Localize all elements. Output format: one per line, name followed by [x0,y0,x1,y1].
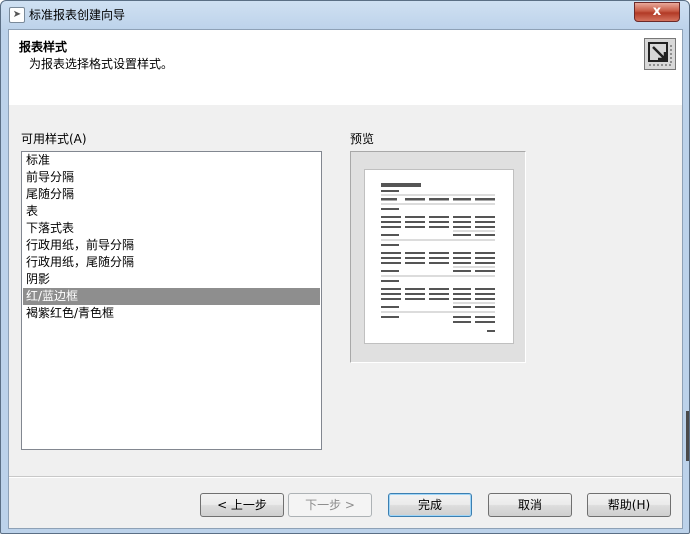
finish-button[interactable]: 完成 [388,493,472,517]
style-list-item[interactable]: 表 [23,203,320,220]
preview-label: 预览 [350,132,375,146]
page-title: 报表样式 [19,40,68,54]
wizard-client-area: 报表样式 为报表选择格式设置样式。 可用样式(A) 标准 前导分隔 尾随分隔表下落式… [8,29,683,529]
window-title: 标准报表创建向导 [29,8,126,22]
style-list-item[interactable]: 褐紫红色/青色框 [23,305,320,322]
style-list-item[interactable]: 尾随分隔 [23,186,320,203]
window-resize-edge [686,411,689,461]
wizard-window: ➤ 标准报表创建向导 x 报表样式 为报表选择格式设置样式。 可用样式(A) 标… [0,0,690,534]
preview-pane [350,151,526,363]
title-bar: ➤ 标准报表创建向导 x [1,1,689,27]
style-list-item[interactable]: 前导分隔 [23,169,320,186]
close-button[interactable]: x [634,2,680,22]
style-list-item[interactable]: 下落式表 [23,220,320,237]
style-list-item[interactable]: 红/蓝边框 [23,288,320,305]
wizard-icon [644,38,676,70]
preview-page [364,169,514,344]
footer-separator-highlight [9,477,682,478]
styles-listbox[interactable]: 标准 前导分隔 尾随分隔表下落式表 行政用纸，前导分隔 行政用纸，尾随分隔 阴影 红/蓝边框… [21,151,322,450]
app-icon: ➤ [9,7,25,23]
page-subtitle: 为报表选择格式设置样式。 [29,57,174,71]
style-list-item[interactable]: 阴影 [23,271,320,288]
style-list-item[interactable]: 标准 [23,152,320,169]
next-button[interactable]: 下一步 > [288,493,372,517]
wizard-header: 报表样式 为报表选择格式设置样式。 [9,30,682,105]
help-button[interactable]: 帮助(H) [587,493,671,517]
back-button[interactable]: < 上一步 [200,493,284,517]
preview-thumbnail [381,183,495,332]
styles-label: 可用样式(A) [21,132,87,146]
style-list-item[interactable]: 行政用纸，前导分隔 [23,237,320,254]
cancel-button[interactable]: 取消 [488,493,572,517]
style-list-item[interactable]: 行政用纸，尾随分隔 [23,254,320,271]
header-separator [9,104,682,105]
